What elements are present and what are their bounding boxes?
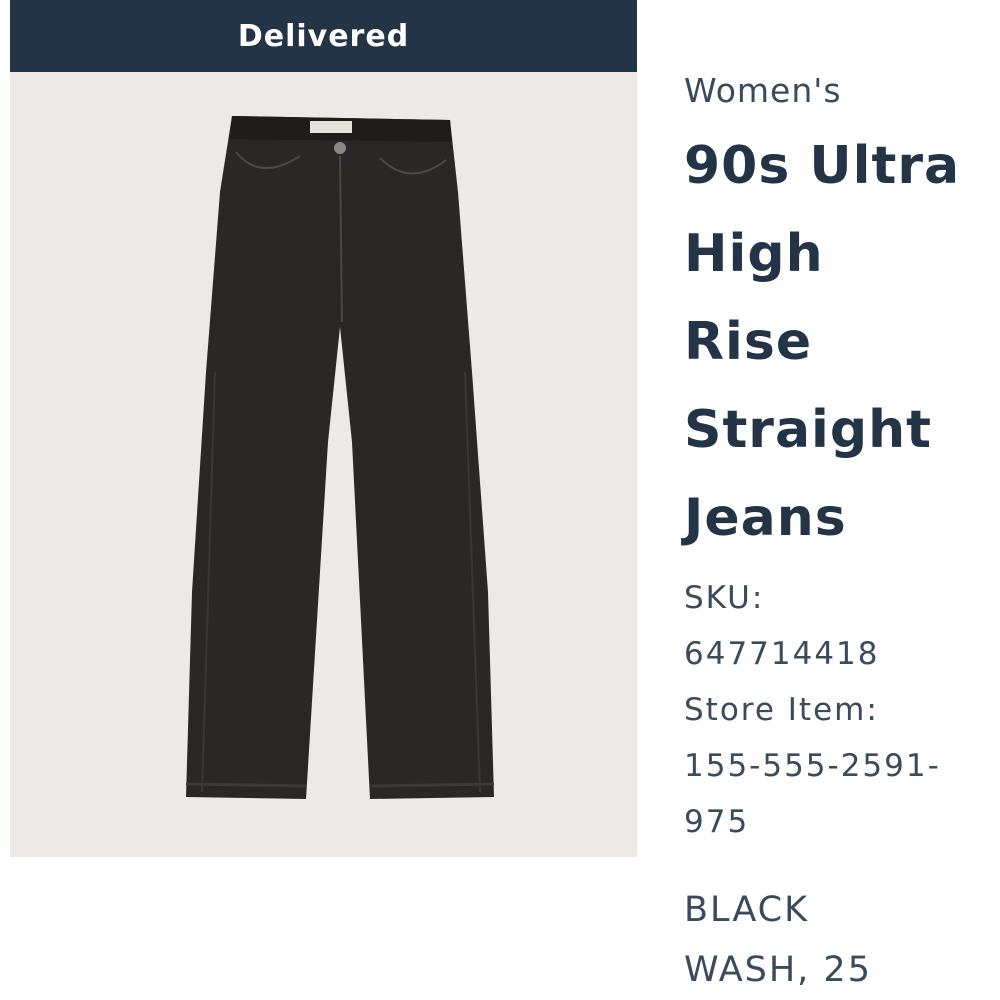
product-identifiers: SKU: 647714418 Store Item: 155-555-2591-…: [684, 570, 984, 850]
delivery-status-banner: Delivered: [10, 0, 637, 72]
product-name-line: 90s Ultra: [684, 136, 961, 196]
store-item-value-line: 975: [684, 804, 750, 840]
product-details: Women's 90s Ultra High Rise Straight Jea…: [684, 68, 984, 1000]
product-name-line: Straight: [684, 400, 932, 460]
variant-line: BLACK: [684, 890, 810, 930]
product-name-line: Jeans: [684, 488, 847, 548]
sku-label: SKU:: [684, 580, 765, 616]
product-name-line: High: [684, 224, 824, 284]
product-name-line: Rise: [684, 312, 813, 372]
delivery-status-label: Delivered: [237, 18, 410, 54]
product-image[interactable]: [10, 72, 637, 857]
store-item-label: Store Item:: [684, 692, 879, 728]
store-item-value-line: 155-555-2591-: [684, 748, 941, 784]
sku-value: 647714418: [684, 636, 880, 672]
variant-line: WASH, 25: [684, 950, 872, 990]
jeans-icon: [185, 116, 495, 799]
product-variant: BLACK WASH, 25: [684, 880, 984, 1000]
product-image-column: Delivered: [10, 0, 637, 857]
order-item-card: Delivered Women's 90s Ultra High Rise St…: [0, 0, 1000, 1000]
product-category: Women's: [684, 71, 842, 110]
product-name[interactable]: 90s Ultra High Rise Straight Jeans: [684, 122, 984, 562]
